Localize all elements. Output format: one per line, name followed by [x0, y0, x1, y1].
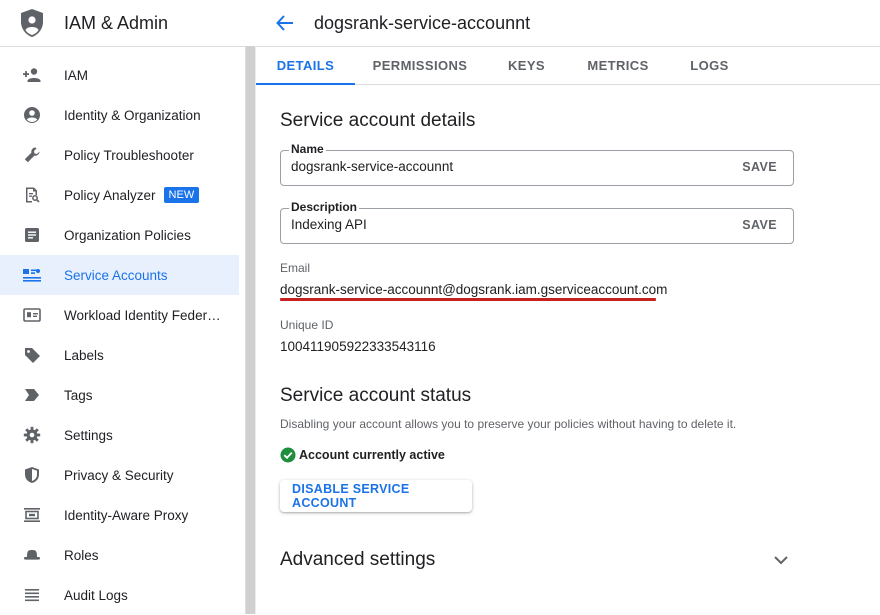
wrench-icon [0, 146, 64, 164]
tab-bar: DETAILS PERMISSIONS KEYS METRICS LOGS [256, 47, 880, 85]
sidebar-item-label: Policy Analyzer [64, 187, 156, 203]
tab-permissions[interactable]: PERMISSIONS [355, 47, 485, 84]
report-search-icon [0, 186, 64, 204]
service-account-details-heading: Service account details [280, 110, 476, 131]
sidebar: IAM & Admin IAM Identity & Organization … [0, 0, 245, 614]
sidebar-item-roles[interactable]: Roles [0, 535, 239, 575]
sidebar-item-label: Organization Policies [64, 227, 191, 243]
app-title: IAM & Admin [64, 12, 169, 33]
unique-id-label: Unique ID [280, 318, 334, 332]
account-status-text: Account currently active [299, 448, 445, 462]
page-header: dogsrank-service-accounnt [256, 0, 880, 47]
disable-service-account-button[interactable]: DISABLE SERVICE ACCOUNT [280, 480, 472, 512]
page-title: dogsrank-service-accounnt [314, 12, 531, 33]
sidebar-header: IAM & Admin [0, 0, 245, 47]
sidebar-item-label: Tags [64, 387, 93, 403]
proxy-icon [0, 507, 64, 523]
sidebar-item-label: Identity & Organization [64, 107, 201, 123]
tab-logs[interactable]: LOGS [668, 47, 751, 84]
list-icon [0, 588, 64, 602]
sidebar-item-label: Privacy & Security [64, 467, 174, 483]
description-field: Description SAVE [280, 200, 794, 244]
service-account-icon [0, 266, 64, 284]
account-status: Account currently active [280, 447, 445, 463]
unique-id-value: 100411905922333543116 [280, 339, 436, 354]
advanced-settings-heading: Advanced settings [280, 549, 436, 570]
description-input[interactable] [291, 217, 691, 232]
tag-icon [0, 347, 64, 364]
sidebar-item-label: Workload Identity Federat… [64, 307, 224, 323]
main-panel: dogsrank-service-accounnt DETAILS PERMIS… [256, 0, 880, 614]
sidebar-item-identity-aware-proxy[interactable]: Identity-Aware Proxy [0, 495, 239, 535]
sidebar-item-organization-policies[interactable]: Organization Policies [0, 215, 239, 255]
email-value: dogsrank-service-accounnt@dogsrank.iam.g… [280, 282, 668, 297]
check-circle-icon [280, 447, 296, 463]
advanced-settings-toggle[interactable]: Advanced settings [280, 549, 792, 571]
sidebar-item-labels[interactable]: Labels [0, 335, 239, 375]
new-badge: NEW [163, 187, 200, 203]
iam-shield-logo-icon [0, 8, 64, 38]
sidebar-item-policy-troubleshooter[interactable]: Policy Troubleshooter [0, 135, 239, 175]
sidebar-item-label: Settings [64, 427, 113, 443]
description-save-button[interactable]: SAVE [742, 218, 777, 232]
sidebar-item-iam[interactable]: IAM [0, 55, 239, 95]
sidebar-item-settings[interactable]: Settings [0, 415, 239, 455]
sidebar-item-label: Policy Troubleshooter [64, 147, 194, 163]
arrow-back-icon [276, 15, 293, 31]
status-description: Disabling your account allows you to pre… [280, 417, 737, 431]
id-card-icon [0, 308, 64, 322]
name-field-label: Name [289, 142, 326, 156]
sidebar-item-workload-identity-federation[interactable]: Workload Identity Federat… [0, 295, 239, 335]
tab-keys[interactable]: KEYS [485, 47, 568, 84]
chevron-down-icon [774, 555, 788, 564]
email-highlight-underline [280, 298, 656, 301]
person-add-icon [0, 65, 64, 85]
tab-metrics[interactable]: METRICS [568, 47, 668, 84]
sidebar-item-label: Service Accounts [64, 267, 168, 283]
description-field-label: Description [289, 200, 360, 214]
name-save-button[interactable]: SAVE [742, 160, 777, 174]
sidebar-item-audit-logs[interactable]: Audit Logs [0, 575, 239, 615]
back-button[interactable] [256, 15, 314, 31]
label-arrow-icon [0, 388, 64, 402]
article-icon [0, 227, 64, 243]
tab-details[interactable]: DETAILS [256, 47, 355, 85]
sidebar-item-privacy-security[interactable]: Privacy & Security [0, 455, 239, 495]
name-field: Name SAVE [280, 142, 794, 186]
sidebar-item-identity-organization[interactable]: Identity & Organization [0, 95, 239, 135]
sidebar-item-label: Labels [64, 347, 104, 363]
sidebar-nav: IAM Identity & Organization Policy Troub… [0, 47, 245, 615]
sidebar-item-label: IAM [64, 67, 89, 83]
shield-icon [0, 466, 64, 484]
email-label: Email [280, 261, 311, 275]
sidebar-item-label: Identity-Aware Proxy [64, 507, 189, 523]
service-account-status-heading: Service account status [280, 385, 472, 406]
sidebar-scrollbar-thumb[interactable] [246, 46, 255, 614]
name-input[interactable] [291, 159, 691, 174]
hat-icon [0, 549, 64, 561]
gear-icon [0, 426, 64, 444]
account-circle-icon [0, 106, 64, 124]
sidebar-item-label: Roles [64, 547, 99, 563]
sidebar-item-label: Audit Logs [64, 587, 128, 603]
sidebar-item-service-accounts[interactable]: Service Accounts [0, 255, 239, 295]
sidebar-item-tags[interactable]: Tags [0, 375, 239, 415]
sidebar-item-policy-analyzer[interactable]: Policy Analyzer NEW [0, 175, 239, 215]
